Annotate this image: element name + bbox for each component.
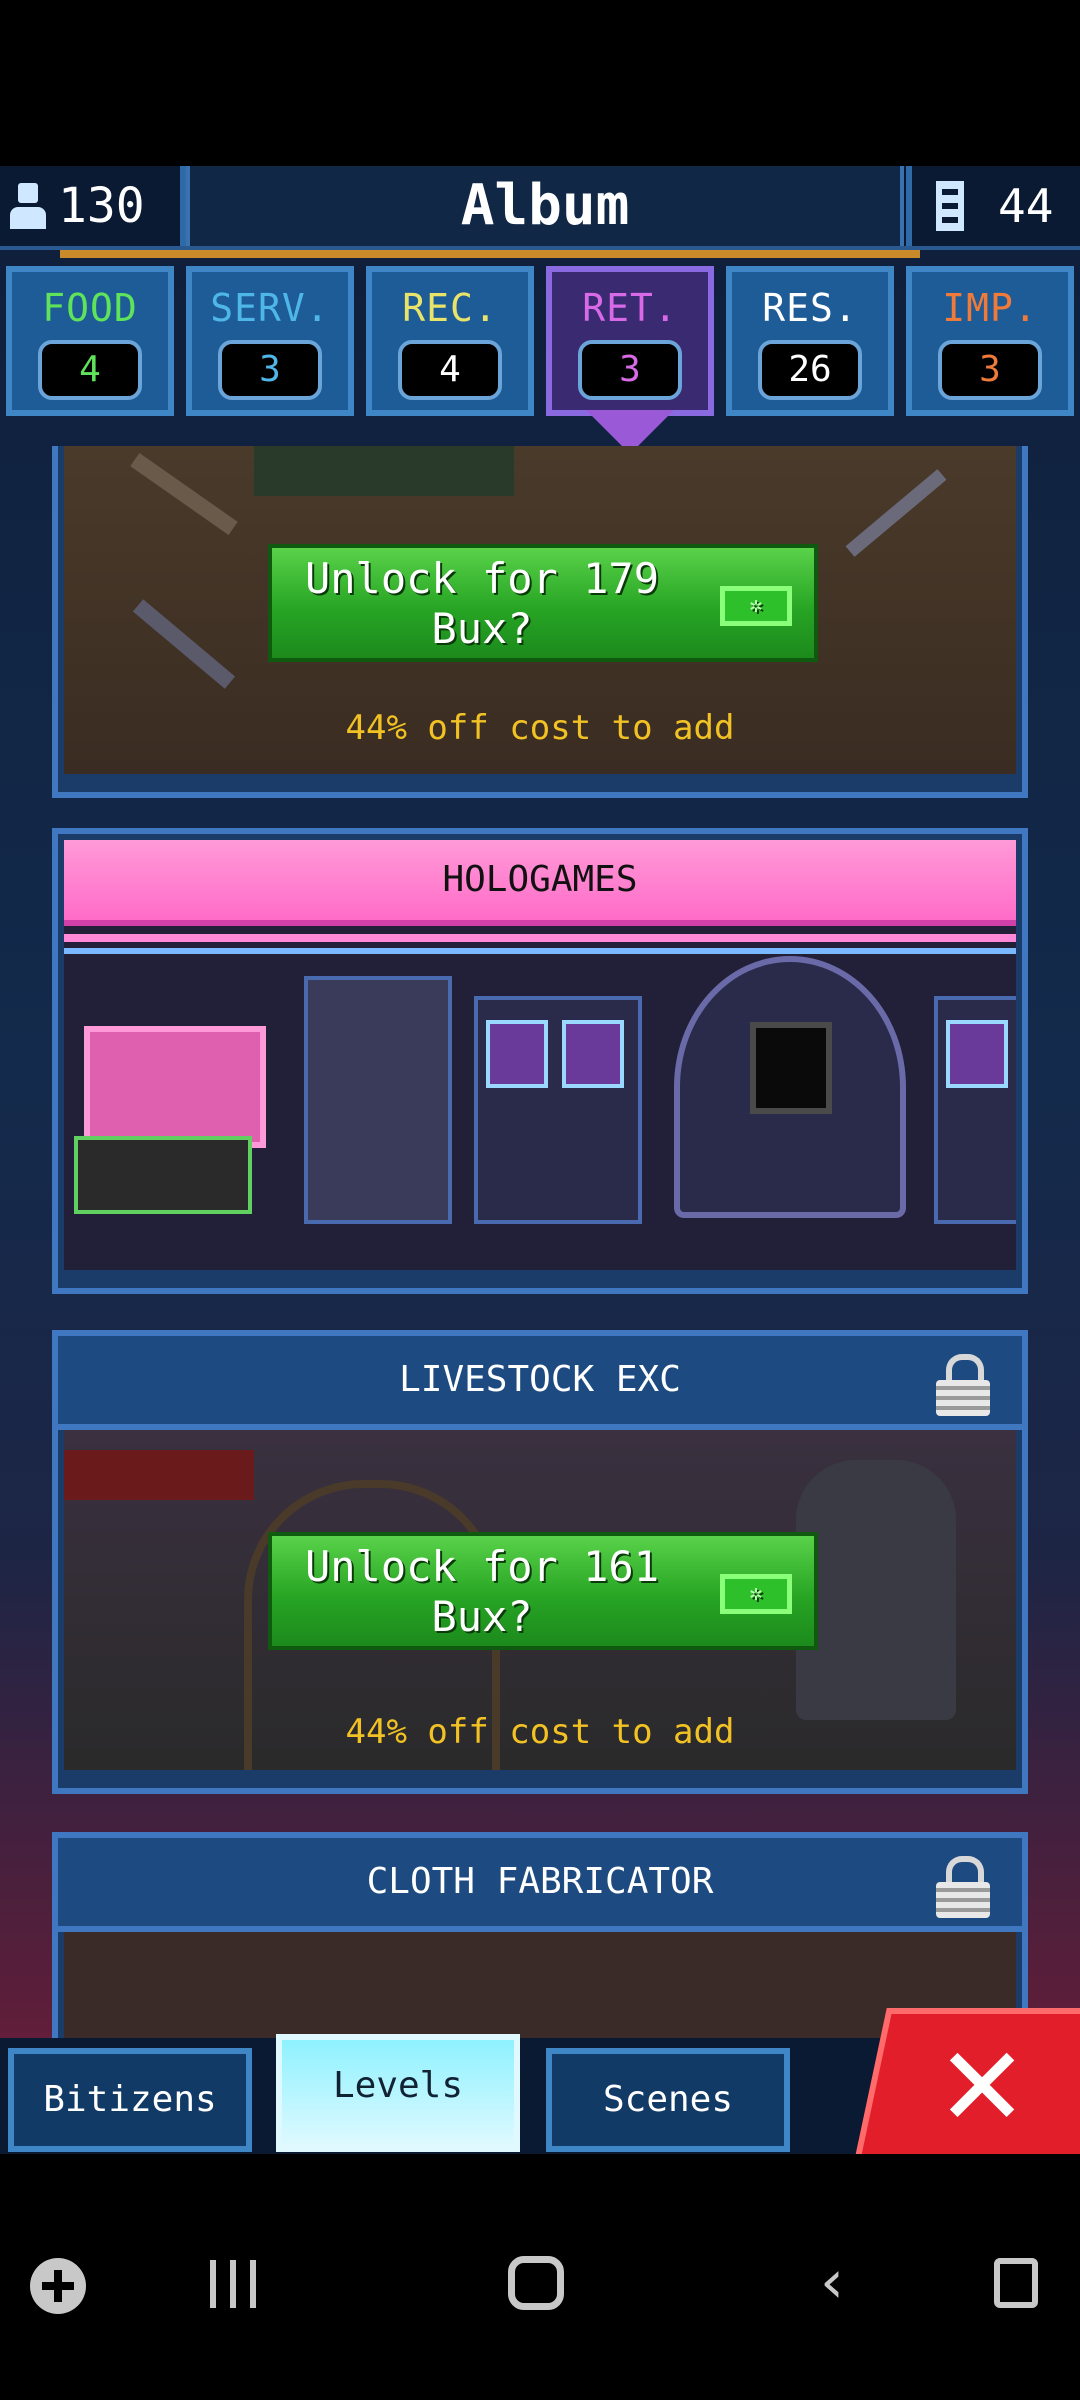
category-tabs: FOOD 4 SERV. 3 REC. 4 RET. 3 RES. 26 IMP… (0, 266, 1080, 454)
close-icon: ✕ (936, 2023, 1029, 2151)
recents-icon[interactable] (210, 2260, 258, 2308)
tab-count: 3 (938, 340, 1042, 400)
holo-dome (674, 956, 906, 1218)
screenshot-lock-icon[interactable] (994, 2258, 1038, 2308)
tab-label: REC. (402, 286, 498, 330)
tab-label: RET. (582, 286, 678, 330)
tab-recreation[interactable]: REC. 4 (366, 266, 534, 416)
lock-icon (934, 1354, 992, 1416)
unlock-label: Unlock for 161 Bux? (304, 1542, 659, 1641)
tab-residential[interactable]: RES. 26 (726, 266, 894, 416)
dome-screen (750, 1022, 832, 1114)
level-name: HOLOGAMES (64, 840, 1016, 926)
tab-scenes[interactable]: Scenes (546, 2048, 790, 2152)
level-card-livestock-exc[interactable]: LIVESTOCK EXC 44% off cost to add Unlock… (52, 1330, 1028, 1794)
game-launcher-icon[interactable] (30, 2258, 86, 2314)
discount-text: 44% off cost to add (345, 1712, 735, 1752)
album-screen: 130 Album 44 FOOD 4 SERV. 3 REC. 4 RET. … (0, 166, 1080, 2154)
unlock-label: Unlock for 179 Bux? (304, 554, 659, 653)
decor-tool (845, 469, 947, 557)
tab-count: 26 (758, 340, 862, 400)
neon-strip (64, 934, 1016, 942)
home-icon[interactable] (508, 2256, 564, 2310)
unlock-button[interactable]: Unlock for 179 Bux? (268, 544, 818, 662)
tab-label: FOOD (42, 286, 138, 330)
tab-imperial[interactable]: IMP. 3 (906, 266, 1074, 416)
arcade-cabinet (474, 996, 642, 1224)
bux-icon (720, 586, 792, 626)
tab-bitizens[interactable]: Bitizens (8, 2048, 252, 2152)
close-button[interactable]: ✕ (853, 2008, 1080, 2154)
back-icon[interactable]: ‹ (820, 2252, 844, 2312)
population-counter: 130 (0, 166, 186, 246)
level-name: CLOTH FABRICATOR (58, 1838, 1022, 1932)
level-card-hologames[interactable]: HOLOGAMES (52, 828, 1028, 1294)
bux-icon (720, 1574, 792, 1614)
tab-count: 4 (398, 340, 502, 400)
header-divider (60, 250, 920, 258)
population-value: 130 (58, 178, 145, 234)
holo-console (74, 1136, 252, 1214)
tab-service[interactable]: SERV. 3 (186, 266, 354, 416)
person-icon (6, 181, 50, 231)
tab-count: 3 (578, 340, 682, 400)
level-name: LIVESTOCK EXC (58, 1336, 1022, 1430)
floor-counter: 44 (906, 166, 1080, 246)
arcade-screen (562, 1020, 624, 1088)
tab-label: IMP. (942, 286, 1038, 330)
gamepad-cross (54, 2270, 62, 2302)
building-icon (936, 181, 964, 231)
arcade-screen (946, 1020, 1008, 1088)
discount-text: 44% off cost to add (345, 708, 735, 748)
holo-booth (84, 1026, 266, 1148)
neon-strip (64, 948, 1016, 954)
bottom-navigation: Bitizens Levels Scenes ✕ (0, 2008, 1080, 2154)
tab-levels[interactable]: Levels (276, 2034, 520, 2152)
arcade-screen (486, 1020, 548, 1088)
top-bar: 130 Album 44 (0, 166, 1080, 250)
level-card-locked-top[interactable]: 44% off cost to add Unlock for 179 Bux? (52, 446, 1028, 798)
decor-awning (64, 1450, 254, 1500)
tab-count: 4 (38, 340, 142, 400)
tab-label: SERV. (210, 286, 330, 330)
floor-value: 44 (998, 179, 1054, 233)
arcade-cabinet (934, 996, 1016, 1224)
decor-tool (132, 599, 236, 689)
decor-tool (130, 453, 238, 535)
unlock-button[interactable]: Unlock for 161 Bux? (268, 1532, 818, 1650)
level-preview (64, 926, 1016, 1270)
tab-count: 3 (218, 340, 322, 400)
tab-label: RES. (762, 286, 858, 330)
decor-animal (796, 1460, 956, 1720)
system-navigation-bar: ‹ (0, 2230, 1080, 2340)
lock-icon (934, 1856, 992, 1918)
recents-bars (210, 2260, 216, 2308)
decor-sign (254, 446, 514, 496)
tab-food[interactable]: FOOD 4 (6, 266, 174, 416)
tab-retail[interactable]: RET. 3 (546, 266, 714, 454)
page-title: Album (186, 166, 904, 246)
elevator-door (304, 976, 452, 1224)
